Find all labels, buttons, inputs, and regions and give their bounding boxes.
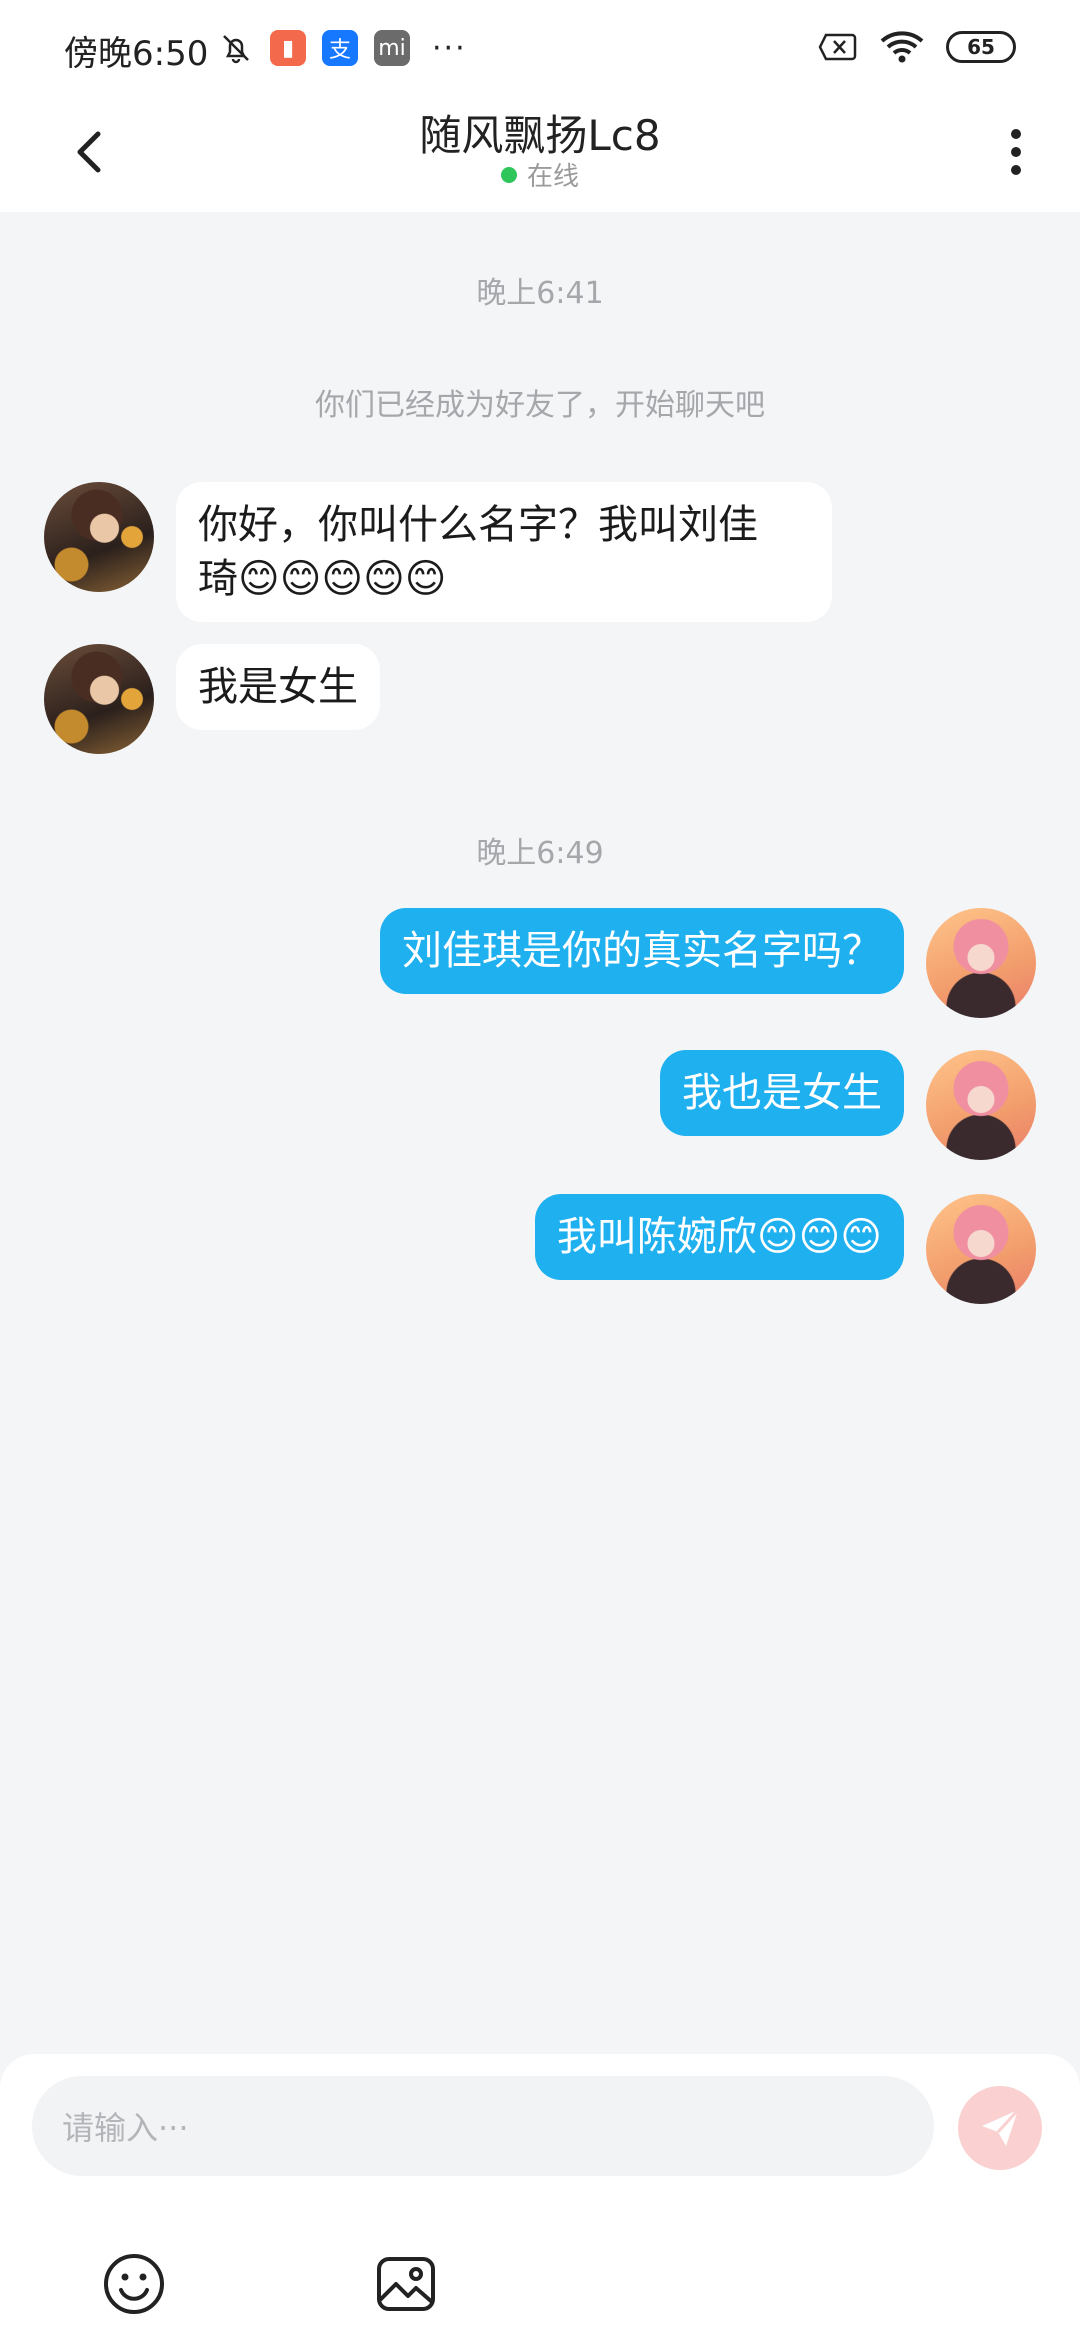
contact-avatar[interactable] [44,644,154,754]
mute-bell-icon [223,35,249,64]
contact-name: 随风飘扬Lc8 [419,111,661,160]
message-input[interactable]: 请输入··· [32,2076,934,2176]
message-text-line: 你好，你叫什么名字？我叫刘佳 [198,502,758,548]
status-system-icons: 65 [818,30,1016,64]
emoji-icon[interactable] [102,2252,166,2316]
sim-card-icon [818,33,857,61]
composer-panel: 请输入··· [0,2054,1080,2340]
send-icon [982,2108,1020,2146]
status-time: 傍晚6:50 [64,34,209,74]
message-timestamp: 晚上6:49 [476,836,604,871]
mi-store-icon: mi [374,30,410,66]
outgoing-message-bubble[interactable]: 我也是女生 [660,1050,904,1136]
online-status-text: 在线 [526,162,579,192]
chat-screen: 傍晚6:50 ▮ 支 mi ··· 65 随风飘扬Lc8 在线 晚上6:41 你… [0,0,1080,2340]
status-notification-icons: ▮ 支 mi ··· [218,30,467,66]
alipay-icon: 支 [322,30,358,66]
message-input-placeholder: 请输入··· [62,2109,189,2147]
more-dots-icon: ··· [432,30,467,66]
online-dot-icon [500,166,517,183]
my-avatar[interactable] [926,908,1036,1018]
my-avatar[interactable] [926,1050,1036,1160]
wifi-icon [880,31,924,63]
chat-header: 随风飘扬Lc8 在线 [0,96,1080,212]
contact-avatar[interactable] [44,482,154,592]
my-avatar[interactable] [926,1194,1036,1304]
more-options-icon[interactable] [996,122,1036,182]
incoming-message-bubble[interactable]: 我是女生 [176,644,380,730]
message-text: 我是女生 [198,664,358,710]
message-text-line: 琦😊😊😊😊😊 [198,556,447,602]
status-bar: 傍晚6:50 ▮ 支 mi ··· 65 [0,0,1080,96]
app-notification-icon: ▮ [270,30,306,66]
system-message: 你们已经成为好友了，开始聊天吧 [315,388,765,423]
incoming-message-bubble[interactable]: 你好，你叫什么名字？我叫刘佳 琦😊😊😊😊😊 [176,482,832,622]
send-button[interactable] [958,2086,1042,2170]
outgoing-message-bubble[interactable]: 我叫陈婉欣😊😊😊 [534,1194,904,1280]
battery-icon: 65 [946,31,1016,63]
message-text: 我叫陈婉欣😊😊😊 [556,1214,882,1260]
message-text: 刘佳琪是你的真实名字吗？ [402,928,882,974]
message-text: 我也是女生 [682,1070,882,1116]
online-status: 在线 [0,156,1080,193]
image-icon[interactable] [374,2252,438,2316]
outgoing-message-bubble[interactable]: 刘佳琪是你的真实名字吗？ [380,908,904,994]
message-timestamp: 晚上6:41 [476,276,604,311]
